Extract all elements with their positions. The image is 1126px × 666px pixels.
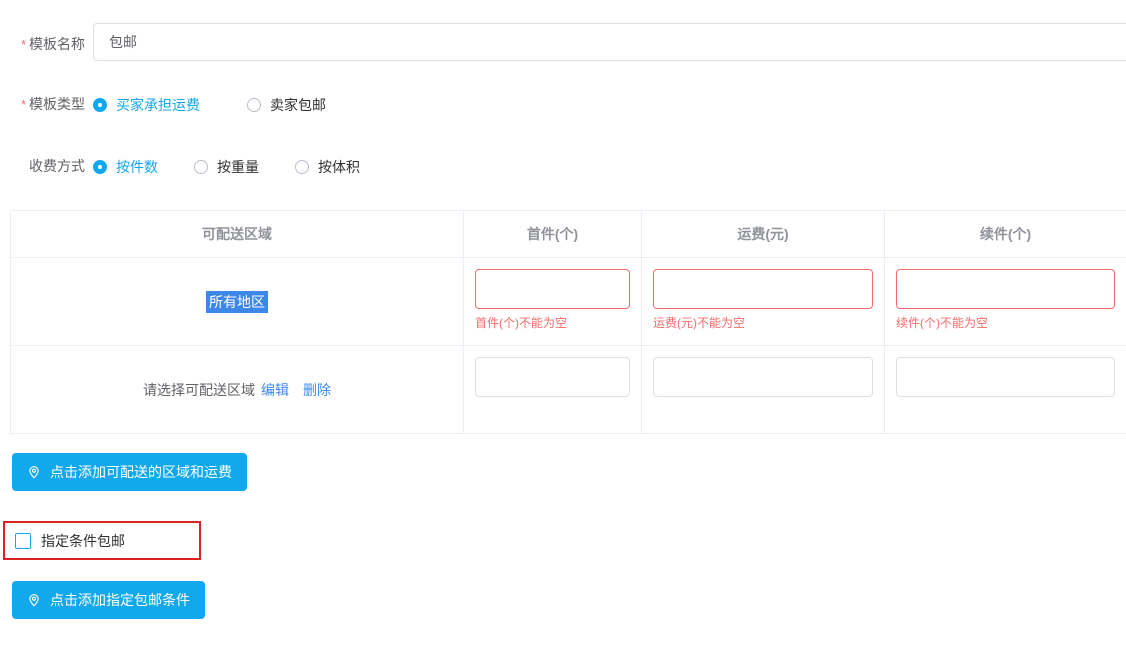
radio-unselected-icon [295, 160, 309, 174]
add-region-freight-button[interactable]: 点击添加可配送的区域和运费 [12, 453, 247, 491]
template-type-label: *模板类型 [0, 96, 85, 113]
first-item-error-message: 首件(个)不能为空 [475, 316, 630, 330]
add-region-freight-label: 点击添加可配送的区域和运费 [50, 462, 232, 482]
table-cell-first-item: 首件(个)不能为空 [464, 258, 642, 346]
table-row-region-cell: 请选择可配送区域 编辑 删除 [11, 346, 464, 434]
freight-input[interactable] [653, 269, 873, 309]
delete-region-link[interactable]: 删除 [303, 380, 331, 400]
additional-item-error-message: 续件(个)不能为空 [896, 316, 1115, 330]
table-cell-first-item [464, 346, 642, 434]
conditional-free-shipping-label: 指定条件包邮 [41, 531, 125, 551]
radio-label: 按件数 [116, 157, 158, 177]
first-item-input[interactable] [475, 269, 630, 309]
location-pin-icon [27, 593, 41, 608]
radio-unselected-icon [247, 98, 261, 112]
radio-by-volume[interactable]: 按体积 [295, 157, 360, 177]
radio-label: 买家承担运费 [116, 95, 200, 115]
table-row-region-cell: 所有地区 [11, 258, 464, 346]
column-header-freight: 运费(元) [642, 211, 885, 258]
edit-region-link[interactable]: 编辑 [261, 380, 289, 400]
column-header-additional-item: 续件(个) [885, 211, 1126, 258]
conditional-free-shipping-box: 指定条件包邮 [3, 521, 201, 560]
freight-error-message: 运费(元)不能为空 [653, 316, 873, 330]
conditional-free-shipping-checkbox[interactable] [15, 533, 31, 549]
table-cell-additional-item: 续件(个)不能为空 [885, 258, 1126, 346]
location-pin-icon [27, 465, 41, 480]
required-asterisk: * [21, 37, 26, 52]
radio-seller-free-shipping[interactable]: 卖家包邮 [247, 95, 326, 115]
charge-method-label: 收费方式 [0, 158, 85, 174]
table-cell-freight: 运费(元)不能为空 [642, 258, 885, 346]
first-item-input[interactable] [475, 357, 630, 397]
radio-selected-icon [93, 98, 107, 112]
additional-item-input[interactable] [896, 269, 1115, 309]
freight-table: 可配送区域 首件(个) 运费(元) 续件(个) 所有地区 首件(个)不能为空 运… [10, 210, 1126, 434]
radio-by-weight[interactable]: 按重量 [194, 157, 259, 177]
template-name-input[interactable] [93, 23, 1126, 61]
shipping-template-form: *模板名称 *模板类型 买家承担运费 卖家包邮 收费方式 按件数 按重量 按体积… [0, 0, 1126, 666]
column-header-first-item: 首件(个) [464, 211, 642, 258]
freight-input[interactable] [653, 357, 873, 397]
add-free-shipping-condition-button[interactable]: 点击添加指定包邮条件 [12, 581, 205, 619]
template-name-label: *模板名称 [0, 36, 85, 53]
radio-label: 按重量 [217, 157, 259, 177]
radio-buyer-pays-shipping[interactable]: 买家承担运费 [93, 95, 200, 115]
radio-label: 按体积 [318, 157, 360, 177]
template-name-label-text: 模板名称 [29, 36, 85, 52]
radio-label: 卖家包邮 [270, 95, 326, 115]
required-asterisk: * [21, 97, 26, 112]
all-regions-link[interactable]: 所有地区 [206, 291, 268, 313]
template-type-radio-group: 买家承担运费 卖家包邮 [93, 95, 326, 115]
table-cell-additional-item [885, 346, 1126, 434]
table-cell-freight [642, 346, 885, 434]
add-free-shipping-condition-label: 点击添加指定包邮条件 [50, 590, 190, 610]
charge-method-radio-group: 按件数 按重量 按体积 [93, 157, 360, 177]
additional-item-input[interactable] [896, 357, 1115, 397]
radio-by-quantity[interactable]: 按件数 [93, 157, 158, 177]
radio-selected-icon [93, 160, 107, 174]
template-type-label-text: 模板类型 [29, 96, 85, 112]
radio-unselected-icon [194, 160, 208, 174]
select-region-text: 请选择可配送区域 [143, 380, 255, 400]
charge-method-label-text: 收费方式 [29, 158, 85, 174]
column-header-region: 可配送区域 [11, 211, 464, 258]
